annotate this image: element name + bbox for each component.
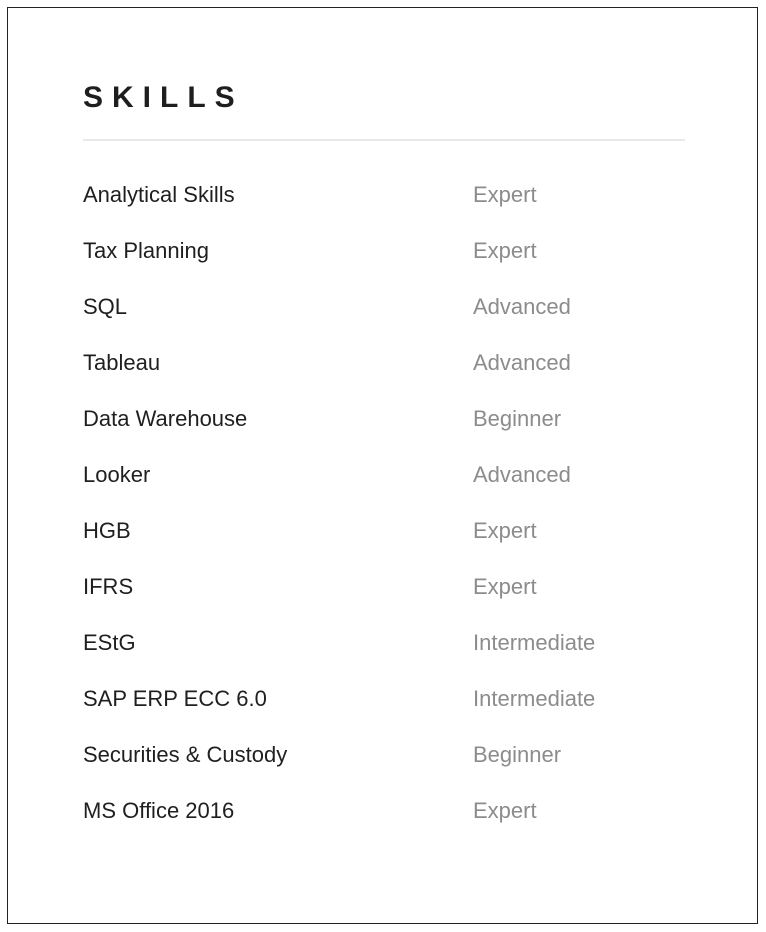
section-divider [83,139,685,141]
list-item: EStG Intermediate [83,630,690,686]
skill-name: Tax Planning [83,238,209,263]
skill-level: Advanced [473,350,571,375]
skill-name: HGB [83,518,131,543]
list-item: IFRS Expert [83,574,690,630]
skill-name: IFRS [83,574,134,599]
skill-level: Intermediate [473,686,596,711]
skill-name: SAP ERP ECC 6.0 [83,686,267,711]
skill-level: Advanced [473,294,571,319]
skill-name: MS Office 2016 [83,798,235,823]
skills-list: Analytical Skills Expert Tax Planning Exper… [83,182,690,854]
list-item: Looker Advanced [83,462,690,518]
skill-level: Intermediate [473,630,596,655]
skill-name: Analytical Skills [83,182,235,207]
list-item: SAP ERP ECC 6.0 Intermediate [83,686,690,742]
list-item: Securities & Custody Beginner [83,742,690,798]
list-item: Data Warehouse Beginner [83,406,690,462]
skill-level: Beginner [473,742,562,767]
list-item: SQL Advanced [83,294,690,350]
skill-name: Tableau [83,350,161,375]
list-item: Tax Planning Expert [83,238,690,294]
skill-level: Expert [473,518,537,543]
skill-name: Data Warehouse [83,406,248,431]
skill-level: Expert [473,798,537,823]
resume-page: SKILLS Analytical Skills Expert Tax Planni… [7,7,758,924]
skill-level: Expert [473,574,537,599]
skill-name: EStG [83,630,136,655]
list-item: Tableau Advanced [83,350,690,406]
skill-level: Advanced [473,462,571,487]
skill-name: Securities & Custody [83,742,288,767]
skill-name: Looker [83,462,151,487]
skill-level: Expert [473,182,537,207]
skill-level: Beginner [473,406,562,431]
skill-level: Expert [473,238,537,263]
list-item: Analytical Skills Expert [83,182,690,238]
page-title: SKILLS [83,81,244,114]
skill-name: SQL [83,294,128,319]
list-item: HGB Expert [83,518,690,574]
skills-section: SKILLS Analytical Skills Expert Tax Planni… [83,83,690,854]
list-item: MS Office 2016 Expert [83,798,690,854]
